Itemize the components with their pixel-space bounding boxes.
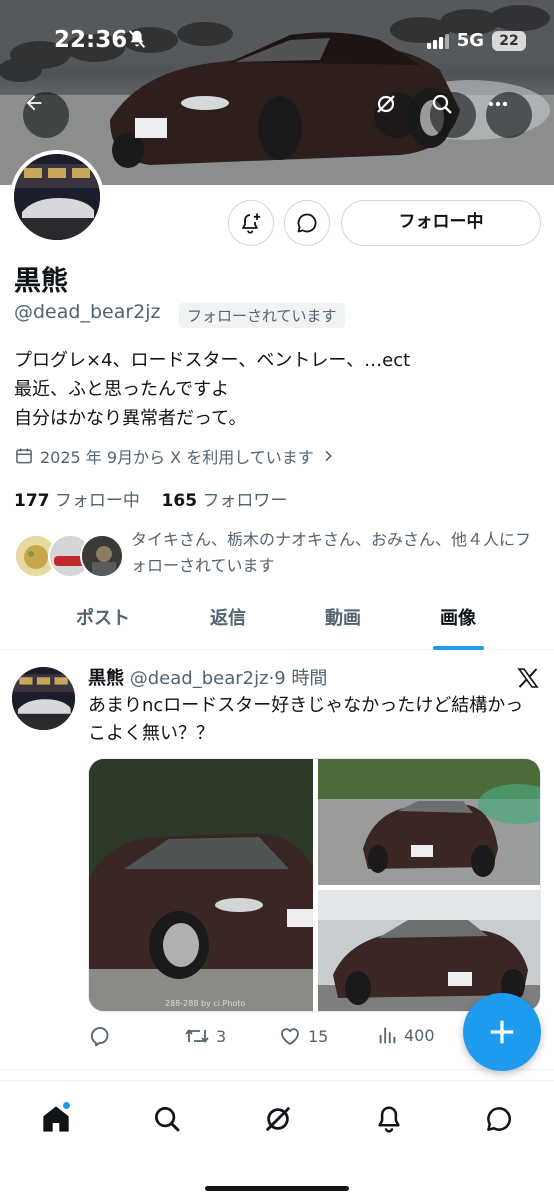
search-button[interactable] — [430, 92, 476, 138]
post-image-1[interactable]: 288-288 by ci.Photo — [89, 759, 313, 1012]
profile-avatar[interactable] — [10, 150, 104, 244]
more-button[interactable] — [486, 92, 532, 138]
mutual-avatar — [80, 534, 124, 578]
profile-handle: @dead_bear2jz — [14, 301, 161, 323]
compose-button[interactable] — [463, 993, 541, 1071]
nav-messages[interactable] — [479, 1099, 519, 1139]
post-divider — [0, 1069, 554, 1070]
tab-posts[interactable]: ポスト — [60, 598, 146, 650]
views-button[interactable]: 400 — [376, 1024, 435, 1046]
following-label: フォロー中 — [54, 491, 140, 511]
back-arrow-icon — [26, 95, 42, 111]
mutual-followers-text[interactable]: タイキさん、栃木のナオキさん、おみさん、他４人にフォローされています — [131, 527, 541, 579]
x-logo-icon — [517, 668, 539, 688]
network-type: 5G — [456, 30, 484, 51]
nav-search[interactable] — [147, 1099, 187, 1139]
repost-icon — [185, 1029, 209, 1043]
repost-count: 3 — [216, 1026, 227, 1046]
tab-images[interactable]: 画像 — [420, 598, 496, 650]
nav-home[interactable] — [36, 1099, 76, 1139]
post-image-2[interactable] — [318, 759, 541, 885]
post-author-avatar[interactable] — [12, 667, 75, 730]
follows-you-badge: フォローされています — [179, 303, 345, 328]
post-media-grid: 288-288 by ci.Photo — [88, 758, 541, 1012]
grok-button[interactable] — [374, 92, 420, 138]
search-icon — [432, 94, 452, 114]
compose-plus-icon — [490, 1020, 514, 1044]
tab-replies[interactable]: 返信 — [190, 598, 266, 650]
mutual-followers-avatars[interactable] — [14, 534, 124, 580]
followers-label: フォロワー — [202, 491, 288, 511]
avatar-photo — [14, 154, 100, 240]
silent-mode-icon — [128, 30, 146, 48]
like-count: 15 — [308, 1026, 329, 1046]
like-button[interactable]: 15 — [278, 1024, 328, 1048]
messages-icon — [487, 1107, 511, 1131]
bio-line: 自分はかなり異常者だって。 — [14, 408, 247, 429]
active-tab-indicator — [433, 646, 484, 650]
followers-link[interactable]: 165 フォロワー — [162, 491, 288, 511]
bio-line: プログレ×4、ロードスター、ベントレー、…ect — [14, 350, 411, 371]
message-button[interactable] — [284, 200, 330, 246]
bio-line: 最近、ふと思ったんですよ — [14, 379, 230, 400]
tab-videos[interactable]: 動画 — [305, 598, 381, 650]
profile-tabs: ポスト 返信 動画 画像 — [0, 598, 554, 650]
reply-icon — [90, 1027, 109, 1047]
post-header: 黒熊 @dead_bear2jz·9 時間 — [88, 664, 327, 690]
home-indicator — [205, 1186, 349, 1191]
grok-icon — [377, 95, 395, 113]
joined-text: 2025 年 9月から X を利用しています — [40, 448, 314, 467]
bell-icon — [378, 1106, 400, 1133]
notify-button[interactable] — [228, 200, 274, 246]
nav-grok[interactable] — [258, 1099, 298, 1139]
status-bar: 22:36 5G 22 — [0, 24, 554, 60]
following-count: 177 — [14, 491, 50, 511]
views-count: 400 — [404, 1025, 435, 1045]
post-author-name[interactable]: 黒熊 — [88, 668, 124, 689]
profile-name: 黒熊 — [14, 266, 68, 297]
status-indicators: 5G 22 — [426, 30, 526, 51]
search-icon — [155, 1107, 180, 1132]
bottom-navigation — [0, 1080, 554, 1200]
following-button[interactable]: フォロー中 — [341, 200, 541, 246]
views-icon — [379, 1027, 396, 1044]
home-notification-dot — [62, 1101, 71, 1110]
following-link[interactable]: 177 フォロー中 — [14, 491, 140, 511]
grok-icon — [265, 1106, 291, 1132]
more-icon — [488, 101, 508, 107]
post-time: ·9 時間 — [268, 668, 328, 689]
status-time: 22:36 — [54, 27, 128, 53]
profile-bio: プログレ×4、ロードスター、ベントレー、…ect 最近、ふと思ったんですよ 自分… — [14, 346, 410, 433]
post-author-handle[interactable]: @dead_bear2jz — [130, 668, 269, 689]
photo-watermark: 288-288 by ci.Photo — [165, 999, 245, 1008]
calendar-icon — [16, 448, 32, 464]
followers-count: 165 — [161, 491, 198, 511]
battery-level: 22 — [492, 30, 526, 51]
message-icon — [297, 213, 317, 233]
post-avatar-photo — [12, 667, 75, 730]
joined-date-row[interactable]: 2025 年 9月から X を利用しています — [14, 444, 336, 468]
reply-button[interactable] — [88, 1024, 112, 1048]
notification-bell-plus-icon — [242, 213, 261, 234]
nav-notifications[interactable] — [369, 1099, 409, 1139]
repost-button[interactable]: 3 — [184, 1024, 226, 1048]
follow-counts: 177 フォロー中 165 フォロワー — [14, 486, 287, 511]
back-button[interactable] — [23, 92, 69, 138]
post-text: あまりncロードスター好きじゃなかったけど結構かっこよく無い？？ — [88, 695, 524, 744]
signal-icon — [426, 33, 449, 49]
like-icon — [281, 1028, 299, 1045]
chevron-right-icon — [325, 450, 332, 462]
